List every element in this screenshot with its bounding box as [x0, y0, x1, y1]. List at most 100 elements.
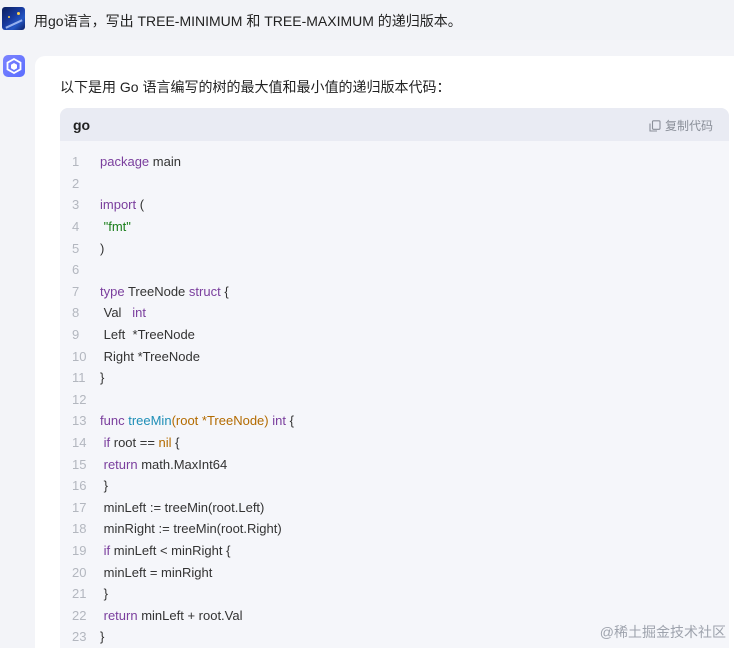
code-token: int	[272, 413, 286, 429]
code-language-label: go	[73, 117, 91, 133]
code-line: 16 }	[60, 475, 294, 497]
assistant-logo-icon	[6, 58, 22, 74]
code-token: "fmt"	[103, 219, 131, 235]
code-token: Left *TreeNode	[100, 327, 195, 343]
code-line: 19 if minLeft < minRight {	[60, 540, 294, 562]
code-text: package main	[100, 154, 181, 169]
code-text: return math.MaxInt64	[100, 456, 228, 472]
line-number: 14	[72, 435, 87, 451]
code-line: 4 "fmt"	[60, 216, 294, 238]
code-line: 18 minRight := treeMin(root.Right)	[60, 518, 294, 540]
code-token: (root *TreeNode)	[171, 413, 273, 429]
code-token: import	[100, 197, 137, 213]
code-line: 3 import (	[60, 194, 294, 216]
code-token: minLeft < minRight {	[110, 542, 231, 558]
code-token: math.MaxInt64	[137, 456, 228, 472]
assistant-answer: 以下是用 Go 语言编写的树的最大值和最小值的递归版本代码： go 复制代码 1…	[35, 56, 734, 648]
code-token: int	[132, 305, 147, 321]
code-token: }	[100, 586, 108, 602]
code-text: "fmt"	[100, 219, 131, 234]
code-line: 21 }	[60, 583, 294, 605]
line-number: 10	[72, 348, 87, 364]
line-number: 8	[72, 305, 80, 321]
line-number: 12	[72, 391, 87, 407]
assistant-avatar	[3, 55, 25, 77]
code-line: 17 minLeft := treeMin(root.Left)	[60, 497, 294, 519]
code-text: }	[100, 478, 108, 493]
code-text: )	[100, 241, 104, 256]
code-token: type	[100, 283, 125, 299]
code-text: minLeft = minRight	[100, 564, 213, 580]
line-number: 21	[72, 586, 87, 602]
code-line: 22 return minLeft + root.Val	[60, 604, 294, 626]
code-token: func	[100, 413, 125, 429]
code-token: {	[171, 435, 180, 451]
code-line: 15 return math.MaxInt64	[60, 453, 294, 475]
line-number: 4	[72, 219, 80, 235]
code-token: return	[103, 456, 138, 472]
code-line: 20 minLeft = minRight	[60, 561, 294, 583]
code-text: Left *TreeNode	[100, 327, 195, 342]
code-line: 14 if root == nil {	[60, 432, 294, 454]
line-number: 3	[72, 197, 80, 213]
line-number: 11	[72, 370, 86, 386]
code-token: {	[285, 413, 294, 429]
code-token: package	[100, 154, 150, 170]
line-number: 6	[72, 262, 80, 278]
code-text: }	[100, 629, 104, 644]
code-text: minRight := treeMin(root.Right)	[100, 521, 282, 536]
code-text: Right *TreeNode	[100, 349, 200, 364]
user-avatar[interactable]	[2, 7, 25, 30]
code-token: }	[100, 478, 108, 494]
user-message-row: 用go语言，写出 TREE-MINIMUM 和 TREE-MAXIMUM 的递归…	[0, 0, 734, 40]
code-token: Right *TreeNode	[100, 348, 200, 364]
code-line: 8 Val int	[60, 302, 294, 324]
code-token: minLeft + root.Val	[137, 607, 243, 623]
code-line: 23}	[60, 626, 294, 648]
code-body: 1 package main 2 3 import (4 "fmt" 5) 6 7 type T…	[60, 151, 294, 648]
code-text: if minLeft < minRight {	[100, 542, 231, 558]
line-number: 23	[72, 629, 87, 645]
code-text: return minLeft + root.Val	[100, 608, 243, 623]
code-token: root ==	[110, 435, 159, 451]
line-number: 16	[72, 478, 87, 494]
code-token: Val	[100, 305, 133, 321]
code-token: }	[100, 370, 105, 386]
code-text: import (	[100, 197, 144, 212]
code-token: main	[149, 154, 181, 170]
copy-icon	[649, 119, 661, 132]
code-line: 1 package main	[60, 151, 294, 173]
code-line: 10 Right *TreeNode	[60, 345, 294, 367]
line-number: 13	[72, 413, 87, 429]
code-line: 11}	[60, 367, 294, 389]
line-number: 18	[72, 521, 87, 537]
copy-code-label: 复制代码	[664, 119, 713, 133]
code-token: minLeft := treeMin(root.Left)	[100, 499, 265, 515]
code-token: minRight := treeMin(root.Right)	[100, 521, 282, 537]
code-text: }	[100, 586, 108, 601]
code-token: )	[100, 240, 105, 256]
line-number: 17	[72, 499, 87, 515]
code-line: 7 type TreeNode struct {	[60, 281, 294, 303]
code-token: {	[220, 283, 229, 299]
line-number: 22	[72, 607, 87, 623]
code-token: struct	[188, 283, 221, 299]
code-text: }	[100, 370, 104, 385]
code-line: 12	[60, 389, 294, 411]
code-line: 2	[60, 173, 294, 195]
code-line: 13 func treeMin(root *TreeNode) int {	[60, 410, 294, 432]
code-line: 5)	[60, 237, 294, 259]
line-number: 20	[72, 564, 87, 580]
code-line: 9 Left *TreeNode	[60, 324, 294, 346]
code-block-header: go 复制代码	[60, 108, 729, 141]
answer-intro-text: 以下是用 Go 语言编写的树的最大值和最小值的递归版本代码：	[60, 79, 451, 95]
code-text: type TreeNode struct {	[100, 284, 229, 299]
line-number: 7	[72, 283, 80, 299]
code-token: return	[103, 607, 138, 623]
code-line: 6	[60, 259, 294, 281]
line-number: 5	[72, 240, 80, 256]
code-text: func treeMin(root *TreeNode) int {	[100, 413, 294, 428]
copy-code-button[interactable]: 复制代码	[649, 117, 713, 134]
code-token: minLeft = minRight	[100, 564, 213, 580]
code-block: go 复制代码 1 package main 2 3 import (4 "fmt" 5)…	[60, 108, 729, 648]
